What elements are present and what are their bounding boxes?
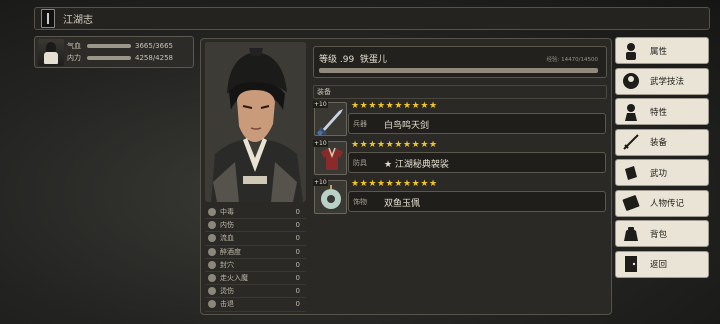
side-menu: 属性 武学技法 特性 装备 武功 人物传记 背包 返回: [615, 37, 709, 281]
status-row: 醉酒度 0: [205, 246, 306, 259]
trait-icon: [621, 102, 641, 122]
status-value: 0: [295, 208, 300, 217]
status-row: 流血 0: [205, 232, 306, 246]
status-name: 醉酒度: [220, 247, 241, 256]
status-name: 封穴: [220, 260, 234, 269]
status-value: 0: [295, 247, 300, 256]
equipment-slot[interactable]: 防具 ★ 江湖秘典袈裟: [348, 152, 606, 173]
status-name: 走火入魔: [220, 274, 248, 283]
book-icon: [41, 9, 55, 28]
menu-label: 武功: [650, 168, 668, 179]
exp-bar: [319, 68, 599, 73]
equipment-row-armor[interactable]: +10 ★★★★★★★★★★ 防具 ★ 江湖秘典袈裟: [313, 140, 607, 179]
slot-type: 饰物: [353, 198, 367, 206]
book-icon: [621, 193, 641, 213]
level-and-name: 等级 .99 铁蛋儿: [319, 52, 387, 65]
drunk-icon: [208, 247, 216, 256]
status-name: 中毒: [220, 208, 234, 217]
hp-bar: [87, 44, 131, 48]
status-effect-list: 中毒 0 内伤 0 流血 0 醉酒度 0 封穴 0 走火入魔 0 烫伤 0 击退 0: [205, 206, 306, 312]
mp-stat: 内力 4258/4258: [67, 53, 173, 63]
mp-bar: [87, 56, 131, 60]
menu-label: 属性: [650, 46, 668, 57]
scroll-icon: [621, 163, 641, 183]
bag-icon: [621, 224, 641, 244]
item-name: ★ 江湖秘典袈裟: [384, 160, 449, 170]
status-name: 烫伤: [220, 287, 234, 296]
internal-injury-icon: [208, 221, 216, 230]
portrait-art: [205, 42, 306, 202]
star-rating: ★★★★★★★★★★: [351, 101, 438, 111]
person-icon: [621, 41, 641, 61]
equipment-header: 装备: [313, 85, 607, 99]
status-row: 封穴 0: [205, 259, 306, 272]
martial-arts-icon: [621, 71, 641, 91]
star-rating: ★★★★★★★★★★: [351, 140, 438, 150]
equipment-slot[interactable]: 饰物 双鱼玉佩: [348, 191, 606, 212]
exp-text: 经验: 14470/14500: [546, 57, 598, 63]
hp-value: 3665/3665: [135, 42, 173, 50]
status-row: 烫伤 0: [205, 285, 306, 299]
status-row: 走火入魔 0: [205, 272, 306, 286]
window-title-bar: 江湖志: [34, 7, 710, 30]
status-row: 中毒 0: [205, 206, 306, 220]
status-value: 0: [295, 234, 300, 243]
exit-door-icon: [621, 254, 641, 274]
menu-button-equipment[interactable]: 装备: [615, 128, 709, 156]
mp-label: 内力: [67, 54, 81, 62]
status-name: 内伤: [220, 221, 234, 230]
menu-button-skills[interactable]: 武功: [615, 159, 709, 186]
item-name: 双鱼玉佩: [384, 199, 421, 209]
bleeding-icon: [208, 234, 216, 243]
hp-label: 气血: [67, 42, 81, 50]
menu-label: 武学技法: [650, 77, 685, 87]
menu-label: 人物传记: [650, 199, 685, 209]
level-text: 等级 .99: [319, 55, 355, 65]
item-level: +10: [313, 101, 328, 108]
menu-label: 背包: [650, 229, 668, 240]
status-name: 流血: [220, 234, 234, 243]
slot-type: 防具: [353, 159, 367, 167]
window-title: 江湖志: [63, 15, 93, 26]
item-level: +10: [313, 179, 328, 186]
poison-icon: [208, 208, 216, 217]
item-level: +10: [313, 140, 328, 147]
qi-deviation-icon: [208, 274, 216, 283]
menu-button-bag[interactable]: 背包: [615, 220, 709, 247]
menu-label: 装备: [650, 138, 668, 148]
star-rating: ★★★★★★★★★★: [351, 179, 438, 189]
menu-label: 返回: [650, 260, 668, 270]
character-name: 铁蛋儿: [359, 55, 387, 65]
status-value: 0: [295, 274, 300, 283]
character-card[interactable]: 气血 3665/3665 内力 4258/4258: [34, 36, 194, 68]
knockback-icon: [208, 300, 216, 309]
menu-button-attributes[interactable]: 属性: [615, 37, 709, 64]
level-box: 等级 .99 铁蛋儿 经验: 14470/14500: [313, 46, 607, 78]
avatar: [38, 39, 64, 66]
menu-button-traits[interactable]: 特性: [615, 98, 709, 125]
menu-label: 特性: [650, 107, 668, 118]
status-value: 0: [295, 221, 300, 230]
burn-icon: [208, 287, 216, 296]
equipment-row-weapon[interactable]: +10 ★★★★★★★★★★ 兵器 白鸟鸣天剑: [313, 101, 607, 140]
character-panel: 中毒 0 内伤 0 流血 0 醉酒度 0 封穴 0 走火入魔 0 烫伤 0 击退 0 等级 .9…: [200, 38, 612, 315]
character-portrait: [205, 42, 306, 202]
status-value: 0: [295, 287, 300, 296]
sealed-acupoint-icon: [208, 260, 216, 269]
hp-stat: 气血 3665/3665: [67, 41, 173, 51]
slot-type: 兵器: [353, 120, 367, 128]
item-name: 白鸟鸣天剑: [384, 121, 430, 131]
equipment-slot[interactable]: 兵器 白鸟鸣天剑: [348, 113, 606, 134]
status-row: 击退 0: [205, 298, 306, 312]
equipment-row-accessory[interactable]: +10 ★★★★★★★★★★ 饰物 双鱼玉佩: [313, 179, 607, 218]
mp-value: 4258/4258: [135, 54, 173, 62]
menu-button-biography[interactable]: 人物传记: [615, 189, 709, 217]
menu-button-martial-techniques[interactable]: 武学技法: [615, 67, 709, 95]
sword-icon: [621, 132, 641, 152]
menu-button-back[interactable]: 返回: [615, 250, 709, 278]
status-row: 内伤 0: [205, 219, 306, 233]
status-value: 0: [295, 260, 300, 269]
status-value: 0: [295, 300, 300, 309]
status-name: 击退: [220, 300, 234, 309]
